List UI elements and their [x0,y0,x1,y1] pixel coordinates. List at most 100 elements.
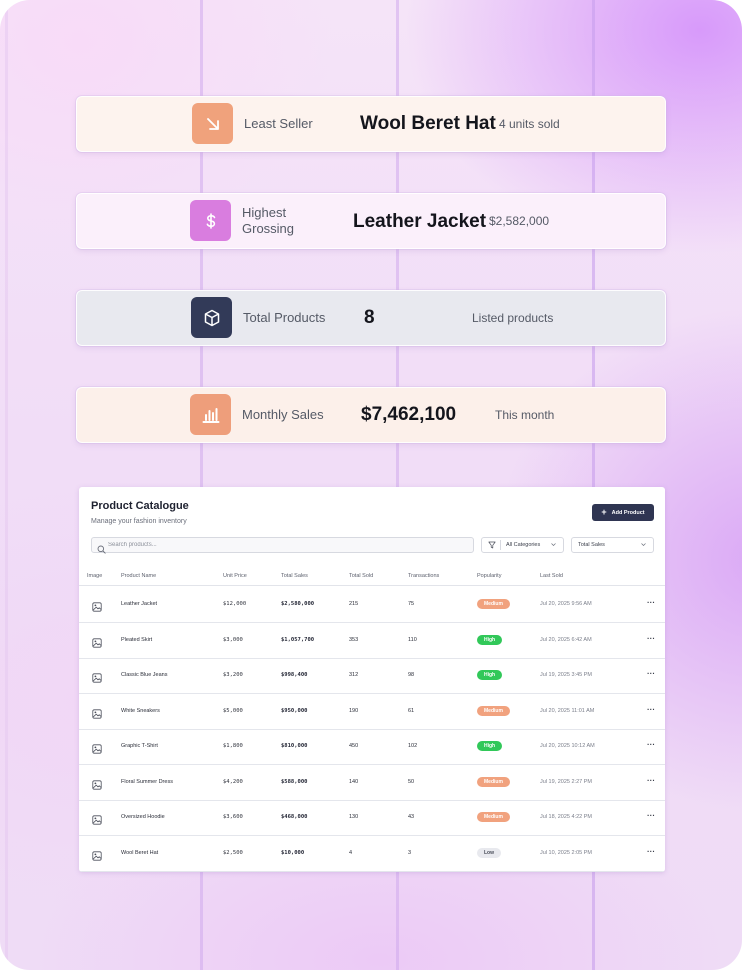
table-row[interactable]: White Sneakers $5,000 $950,000 190 61 Me… [79,694,665,730]
transactions: 43 [408,814,415,820]
total-sold: 312 [349,672,359,678]
product-name: Classic Blue Jeans [121,672,168,678]
table-row[interactable]: Floral Summer Dress $4,200 $588,000 140 … [79,765,665,801]
popularity-badge: High [477,670,503,680]
plus-icon: + [601,507,607,517]
add-product-button[interactable]: + Add Product [592,504,654,521]
total-sold: 130 [349,814,359,820]
search-input[interactable] [108,539,468,551]
more-options-icon[interactable]: ··· [647,776,655,785]
more-options-icon[interactable]: ··· [647,847,655,856]
unit-price: $12,000 [223,601,247,607]
highest-grossing-label-line2: Grossing [242,221,295,236]
column-header-product-name[interactable]: Product Name [121,573,156,579]
popularity-badge: High [477,741,503,751]
column-header-total-sales[interactable]: Total Sales [281,573,308,579]
image-placeholder-icon [92,599,102,617]
last-sold: Jul 10, 2025 2:05 PM [540,849,592,856]
column-header-transactions[interactable]: Transactions [408,573,439,579]
sort-select-value: Total Sales [578,542,605,548]
product-name: White Sneakers [121,707,160,714]
table-header: Image Product Name Unit Price Total Sale… [79,565,665,586]
total-sold: 4 [349,849,353,856]
category-filter-value: All Categories [506,542,541,548]
unit-price: $2,500 [223,849,243,856]
monthly-sales-label: Monthly Sales [242,407,324,422]
popularity-badge: Medium [477,812,510,822]
image-placeholder-icon [92,670,102,688]
add-product-label: Add Product [611,509,645,516]
total-sales: $950,000 [281,707,308,714]
monthly-sales-sub: This month [495,408,555,422]
product-name: Leather Jacket [121,601,158,607]
total-sales: $10,000 [281,849,305,856]
table-row[interactable]: Wool Beret Hat $2,500 $10,000 4 3 Low Ju… [79,836,665,872]
total-sales: $468,000 [281,814,308,820]
product-name: Floral Summer Dress [121,778,173,785]
chevron-down-icon [640,541,647,550]
total-sold: 450 [349,743,359,749]
total-sales: $588,000 [281,778,308,785]
unit-price: $5,000 [223,707,243,714]
image-placeholder-icon [92,706,102,724]
vertical-divider [500,540,501,550]
transactions: 110 [408,636,417,643]
image-placeholder-icon [92,635,102,653]
unit-price: $3,600 [223,814,243,820]
highest-grossing-card: Highest Grossing Leather Jacket $2,582,0… [76,193,666,249]
last-sold: Jul 20, 2025 11:01 AM [540,707,595,714]
popularity-badge: Low [477,847,501,858]
search-bar [91,537,474,554]
column-header-total-sold[interactable]: Total Sold [349,573,373,579]
filter-icon [488,541,496,551]
total-sold: 140 [349,778,359,785]
column-header-last-sold[interactable]: Last Sold [540,573,563,579]
search-icon [97,541,106,559]
column-header-image[interactable]: Image [87,573,102,579]
more-options-icon[interactable]: ··· [647,634,655,643]
unit-price: $3,000 [223,636,243,643]
table-row[interactable]: Graphic T-Shirt $1,800 $810,000 450 102 … [79,729,665,765]
table-row[interactable]: Classic Blue Jeans $3,200 $998,400 312 9… [79,658,665,694]
transactions: 3 [408,849,412,856]
grid-line [5,0,8,970]
unit-price: $3,200 [223,672,243,678]
column-header-unit-price[interactable]: Unit Price [223,573,247,579]
category-filter-select[interactable]: All Categories [481,537,564,553]
image-placeholder-icon [92,848,102,866]
last-sold: Jul 20, 2025 10:12 AM [540,743,595,749]
table-row[interactable]: Pleated Skirt $3,000 $1,057,700 353 110 … [79,623,665,659]
monthly-sales-value: $7,462,100 [361,404,457,425]
total-sales: $810,000 [281,743,308,749]
more-options-icon[interactable]: ··· [647,811,655,820]
arrow-down-right-icon [192,103,233,144]
image-placeholder-icon [92,812,102,830]
table-row[interactable]: Oversized Hoodie $3,600 $468,000 130 43 … [79,800,665,836]
bar-chart-icon [190,394,231,435]
popularity-badge: High [477,634,503,645]
more-options-icon[interactable]: ··· [647,598,655,607]
box-icon [191,297,232,338]
sort-select[interactable]: Total Sales [571,537,654,553]
least-seller-value: Wool Beret Hat [360,113,496,134]
least-seller-label: Least Seller [244,116,313,131]
more-options-icon[interactable]: ··· [647,740,655,749]
total-products-card: Total Products 8 Listed products [76,290,666,346]
catalogue-subtitle: Manage your fashion inventory [91,518,187,525]
total-sales: $1,057,700 [281,636,315,643]
more-options-icon[interactable]: ··· [647,705,655,714]
more-options-icon[interactable]: ··· [647,669,655,678]
image-placeholder-icon [92,741,102,759]
total-products-value: 8 [364,307,375,328]
product-name: Graphic T-Shirt [121,743,158,749]
total-sales: $2,580,000 [281,601,315,607]
column-header-popularity[interactable]: Popularity [477,573,501,579]
highest-grossing-sub: $2,582,000 [489,214,550,228]
last-sold: Jul 18, 2025 4:22 PM [540,814,592,820]
least-seller-sub: 4 units sold [499,117,560,131]
last-sold: Jul 20, 2025 9:56 AM [540,601,592,607]
product-name: Wool Beret Hat [121,849,159,856]
table-row[interactable]: Leather Jacket $12,000 $2,580,000 215 75… [79,587,665,623]
unit-price: $1,800 [223,743,243,749]
monthly-sales-card: Monthly Sales $7,462,100 This month [76,387,666,443]
